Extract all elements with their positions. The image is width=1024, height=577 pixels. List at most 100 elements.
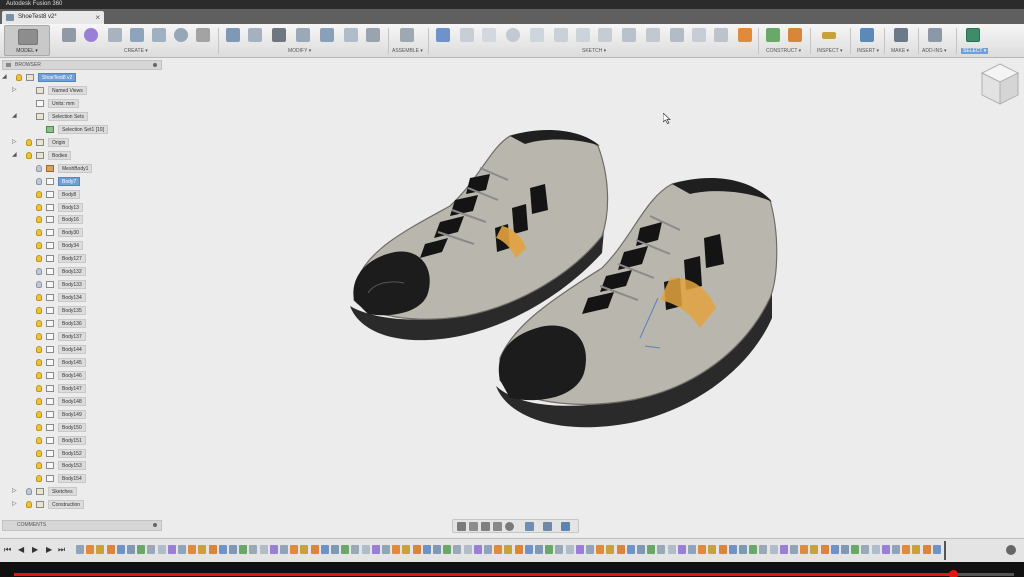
timeline-feature-icon[interactable] [881,545,890,554]
timeline-settings-icon[interactable] [1006,545,1016,555]
pin-icon[interactable] [153,63,157,67]
expand-arrow-icon[interactable]: ◢ [12,152,18,159]
modify-menu[interactable]: MODIFY ▾ [288,48,311,54]
browser-tree-row[interactable]: ▷ Origin [0,137,160,148]
browser-tree-row[interactable]: Body144 [0,344,160,355]
timeline-feature-icon[interactable] [790,545,798,554]
timeline-feature-icon[interactable] [596,545,605,554]
shell-icon[interactable] [296,28,310,42]
timeline-feature-icon[interactable] [677,545,686,554]
browser-tree-row[interactable]: Body127 [0,253,160,264]
construct-menu[interactable]: CONSTRUCT ▾ [766,48,801,54]
sketch-mirror-icon[interactable] [646,28,660,42]
sketch-dimension-icon[interactable] [692,28,706,42]
visibility-bulb-icon[interactable] [36,398,42,405]
play-icon[interactable]: ▶ [32,545,38,555]
zoom-icon[interactable] [493,522,502,531]
orbit-icon[interactable] [457,522,466,531]
constraint-icon[interactable] [714,28,728,42]
timeline-feature-icon[interactable] [453,545,462,554]
browser-tree-row[interactable]: Body150 [0,422,160,433]
viewports-icon[interactable] [561,522,570,531]
timeline-feature-icon[interactable] [473,545,482,554]
timeline-feature-icon[interactable] [524,545,533,554]
browser-tree-row[interactable]: ◢ Selection Sets [0,111,160,122]
timeline-feature-icon[interactable] [290,545,299,554]
visibility-bulb-icon[interactable] [36,216,42,223]
browser-tree-row[interactable]: ▷ Named Views [0,85,160,96]
browser-tree-row[interactable]: Body34 [0,240,160,251]
visibility-bulb-icon[interactable] [36,372,42,379]
fillet-icon[interactable] [248,28,262,42]
visibility-bulb-icon[interactable] [36,450,42,457]
timeline-feature-icon[interactable] [759,545,768,554]
extrude-icon[interactable] [108,28,122,42]
visibility-bulb-icon[interactable] [26,488,32,495]
timeline-feature-icon[interactable] [626,545,635,554]
timeline-feature-icon[interactable] [728,545,737,554]
timeline-feature-icon[interactable] [239,545,248,554]
select-icon[interactable] [966,28,980,42]
browser-tree-row[interactable]: Body134 [0,292,160,303]
timeline-feature-icon[interactable] [871,545,880,554]
browser-tree-row[interactable]: Body132 [0,266,160,277]
timeline-feature-icon[interactable] [96,545,105,554]
timeline-feature-icon[interactable] [545,545,554,554]
visibility-bulb-icon[interactable] [36,424,42,431]
timeline-feature-icon[interactable] [269,545,278,554]
browser-tree-row[interactable]: Body147 [0,383,160,394]
visibility-bulb-icon[interactable] [36,255,42,262]
timeline-feature-icon[interactable] [198,545,207,554]
timeline-feature-icon[interactable] [116,545,125,554]
scale-icon[interactable] [366,28,380,42]
measure-icon[interactable] [822,32,836,39]
timeline-feature-icon[interactable] [718,545,727,554]
timeline-feature-icon[interactable] [229,545,237,554]
visibility-bulb-icon[interactable] [36,178,42,185]
visibility-bulb-icon[interactable] [36,320,42,327]
visibility-bulb-icon[interactable] [36,229,42,236]
timeline-feature-icon[interactable] [616,545,625,554]
go-to-end-icon[interactable]: ⏭ [58,545,65,555]
timeline-feature-icon[interactable] [892,545,900,554]
timeline-feature-icon[interactable] [463,545,472,554]
timeline-feature-icon[interactable] [575,545,584,554]
look-at-icon[interactable] [469,522,478,531]
timeline-feature-icon[interactable] [800,545,809,554]
timeline-feature-icon[interactable] [147,545,156,554]
add-comment-icon[interactable] [153,523,157,527]
spline-icon[interactable] [554,28,568,42]
timeline-feature-icon[interactable] [341,545,350,554]
insert-image-icon[interactable] [860,28,874,42]
timeline-feature-icon[interactable] [208,545,217,554]
visibility-bulb-icon[interactable] [36,165,42,172]
browser-tree-row[interactable]: Body137 [0,331,160,342]
move-icon[interactable] [272,28,286,42]
browser-tree-row[interactable]: Body30 [0,227,160,238]
create-form-icon[interactable] [84,28,98,42]
browser-tree-row[interactable]: Body153 [0,460,160,471]
timeline-feature-icon[interactable] [280,545,288,554]
browser-tree-row[interactable]: Body13 [0,202,160,213]
joint-icon[interactable] [400,28,414,42]
go-to-start-icon[interactable]: ⏮ [4,545,11,555]
expand-arrow-icon[interactable]: ◢ [12,113,18,120]
timeline-feature-icon[interactable] [310,545,319,554]
expand-arrow-icon[interactable]: ▷ [12,139,18,146]
timeline-feature-icon[interactable] [779,545,788,554]
step-back-icon[interactable]: ◀ [18,545,24,555]
timeline-feature-icon[interactable] [535,545,543,554]
fit-icon[interactable] [505,522,514,531]
timeline-feature-icon[interactable] [392,545,401,554]
timeline-feature-icon[interactable] [769,545,778,554]
insert-menu[interactable]: INSERT ▾ [857,48,879,54]
timeline-feature-icon[interactable] [504,545,513,554]
scripts-icon[interactable] [928,28,942,42]
trim-icon[interactable] [598,28,612,42]
visibility-bulb-icon[interactable] [36,359,42,366]
visibility-bulb-icon[interactable] [36,307,42,314]
visibility-bulb-icon[interactable] [36,462,42,469]
browser-tree-row[interactable]: ◢ ShoeTest8 v2 [0,72,160,83]
timeline-feature-icon[interactable] [167,545,176,554]
browser-tree-row[interactable]: ◢ Bodies [0,150,160,161]
